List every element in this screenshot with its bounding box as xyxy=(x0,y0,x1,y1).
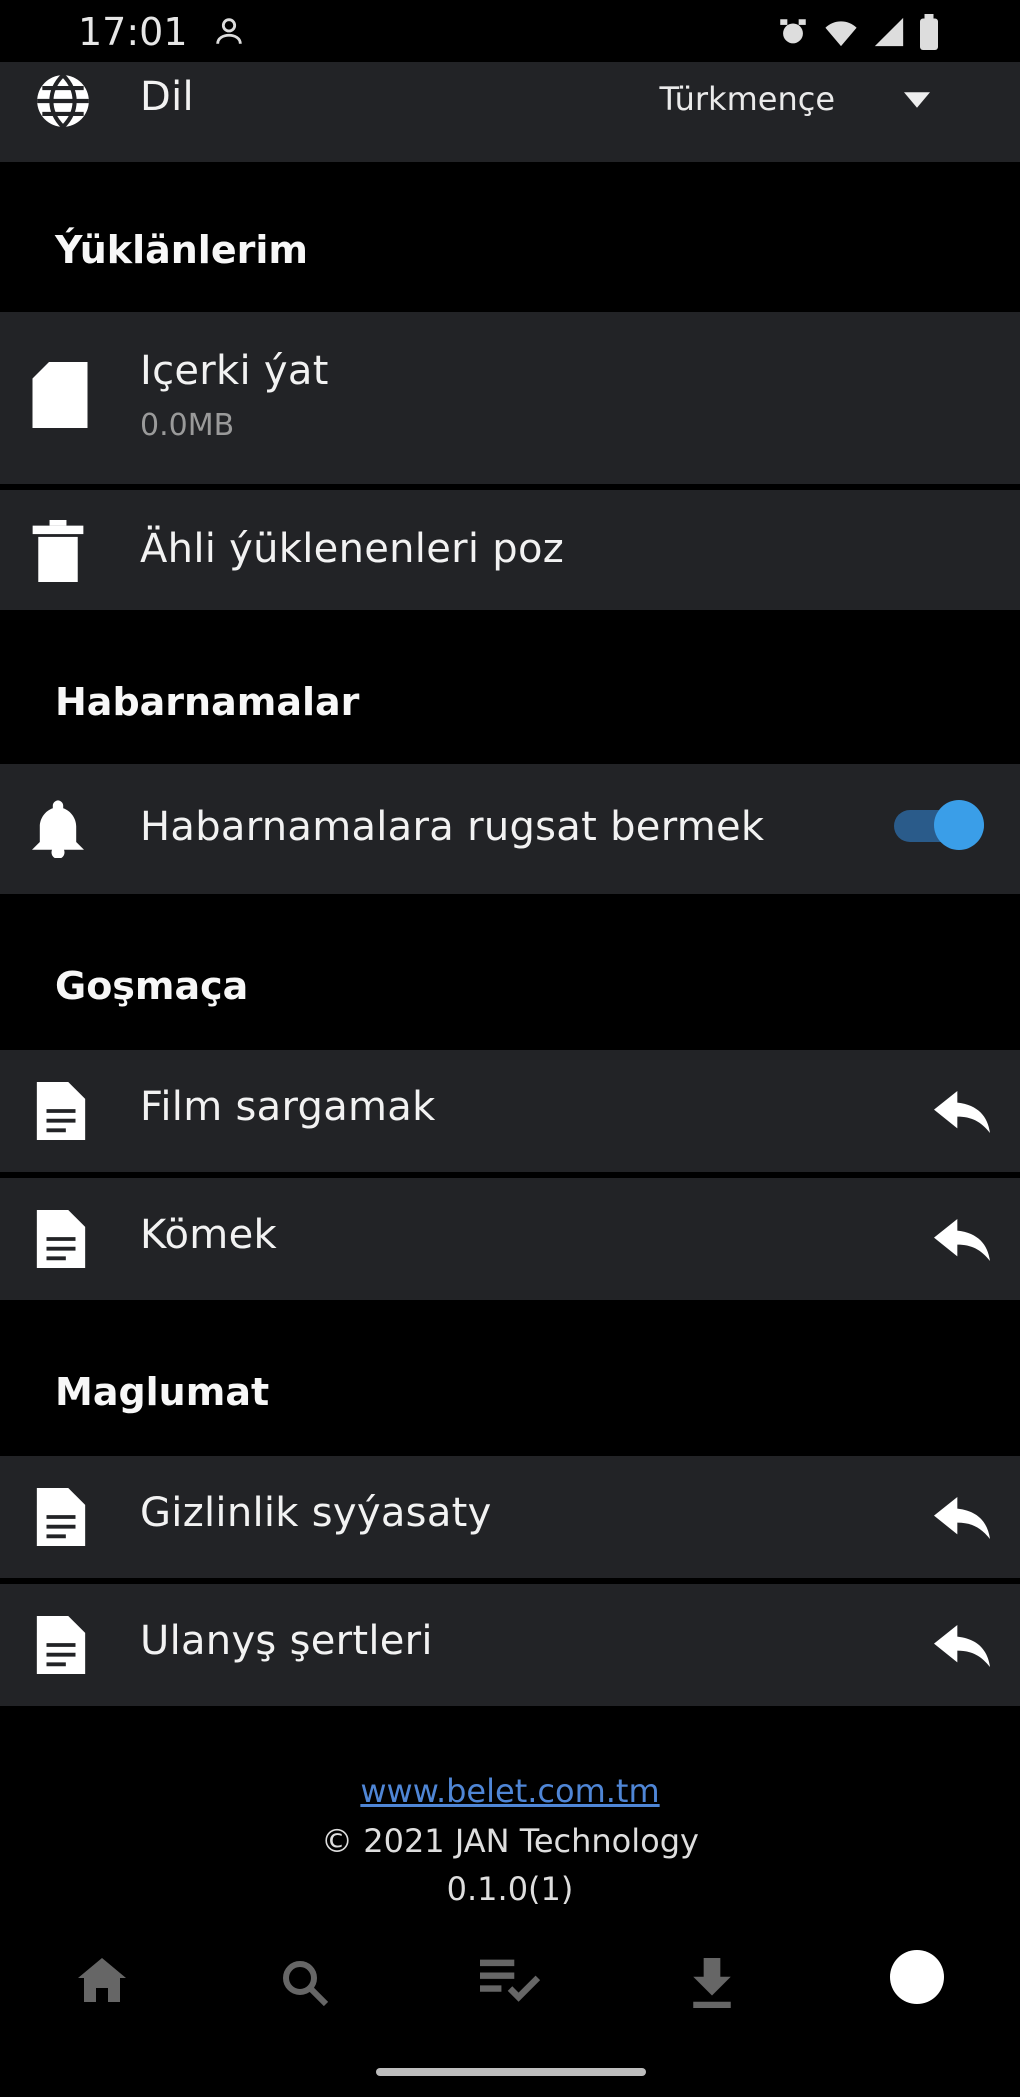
info-item-privacy-policy[interactable]: Gizlinlik syýasaty xyxy=(0,1456,1020,1578)
document-icon xyxy=(32,1082,90,1140)
notifications-toggle[interactable] xyxy=(894,800,984,850)
sd-card-icon xyxy=(32,362,88,428)
reply-icon xyxy=(934,1624,990,1668)
website-link[interactable]: www.belet.com.tm xyxy=(0,1772,1020,1810)
account-icon xyxy=(212,14,246,48)
reply-icon xyxy=(934,1496,990,1540)
internal-storage-size: 0.0MB xyxy=(140,408,235,443)
chevron-down-icon[interactable] xyxy=(904,92,930,108)
language-label: Dil xyxy=(140,74,194,120)
home-icon[interactable] xyxy=(78,1958,126,2002)
bell-icon xyxy=(32,800,84,858)
section-title-notifications: Habarnamalar xyxy=(55,680,360,724)
battery-icon xyxy=(920,14,938,50)
delete-all-downloads-label: Ähli ýüklenenleri poz xyxy=(140,526,565,572)
search-icon[interactable] xyxy=(280,1958,328,2006)
copyright-text: © 2021 JAN Technology xyxy=(321,1822,699,1860)
signal-icon xyxy=(874,17,904,47)
download-icon[interactable] xyxy=(690,1958,734,2008)
profile-icon[interactable] xyxy=(890,1950,944,2004)
section-title-downloads: Ýüklänlerim xyxy=(55,228,308,272)
info-item-terms-of-use[interactable]: Ulanyş şertleri xyxy=(0,1584,1020,1706)
notifications-allow-label: Habarnamalara rugsat bermek xyxy=(140,804,765,850)
extras-item-label: Kömek xyxy=(140,1212,277,1258)
reply-icon xyxy=(934,1090,990,1134)
section-title-info: Maglumat xyxy=(55,1370,270,1414)
document-icon xyxy=(32,1210,90,1268)
home-indicator[interactable] xyxy=(376,2068,646,2076)
status-bar: 17:01 xyxy=(0,0,1020,62)
document-icon xyxy=(32,1488,90,1546)
reply-icon xyxy=(934,1218,990,1262)
playlist-check-icon[interactable] xyxy=(480,1958,540,2002)
extras-item-label: Film sargamak xyxy=(140,1084,436,1130)
info-item-label: Gizlinlik syýasaty xyxy=(140,1490,492,1536)
language-selected-value[interactable]: Türkmençe xyxy=(659,80,835,118)
document-icon xyxy=(32,1616,90,1674)
extras-item-film-sargamak[interactable]: Film sargamak xyxy=(0,1050,1020,1172)
wifi-icon xyxy=(825,21,857,47)
version-text: 0.1.0(1) xyxy=(446,1870,574,1908)
notifications-row[interactable]: Habarnamalara rugsat bermek xyxy=(0,764,1020,894)
status-time: 17:01 xyxy=(78,10,188,54)
internal-storage-row[interactable]: Içerki ýat 0.0MB xyxy=(0,312,1020,484)
internal-storage-label: Içerki ýat xyxy=(140,348,329,394)
bottom-navigation xyxy=(0,1940,1020,2030)
alarm-icon xyxy=(780,19,806,44)
trash-icon xyxy=(32,520,84,582)
extras-item-komek[interactable]: Kömek xyxy=(0,1178,1020,1300)
status-icons xyxy=(776,14,940,50)
delete-all-downloads-row[interactable]: Ähli ýüklenenleri poz xyxy=(0,490,1020,610)
info-item-label: Ulanyş şertleri xyxy=(140,1618,433,1664)
toggle-knob xyxy=(934,800,984,850)
section-title-extras: Goşmaça xyxy=(55,964,249,1008)
globe-icon xyxy=(32,70,94,132)
language-row[interactable]: Dil Türkmençe xyxy=(0,62,1020,162)
